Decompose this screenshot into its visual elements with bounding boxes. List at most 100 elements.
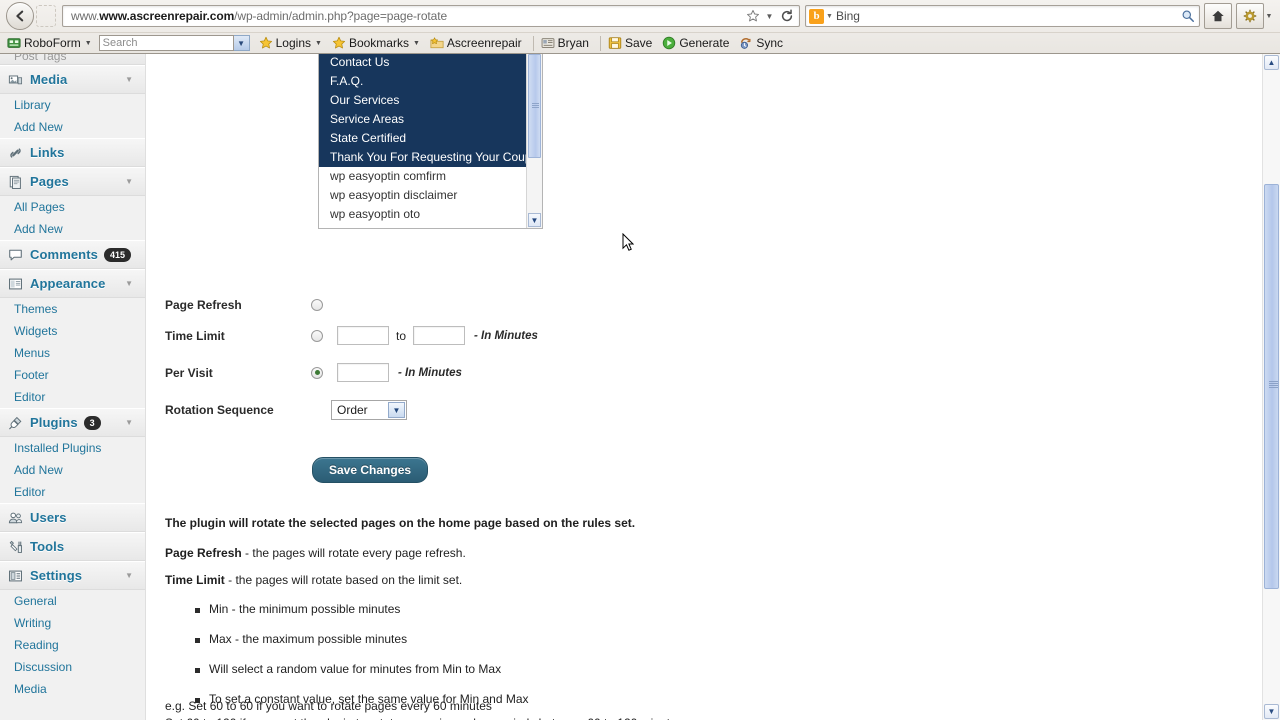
per-visit-radio[interactable] [311,366,323,379]
sidebar-item-library[interactable]: Library [0,94,145,116]
listbox-option[interactable]: wp easyoptin disclaimer [319,186,542,205]
star-gold-icon [332,36,346,49]
chevron-down-icon[interactable]: ▼ [125,418,133,427]
chevron-down-icon[interactable]: ▼ [413,40,420,47]
bookmark-item-ascreenrepair[interactable]: Ascreenrepair [427,35,525,51]
search-bar[interactable]: b ▼ Bing [805,5,1200,27]
sidebar-item-all-pages[interactable]: All Pages [0,196,145,218]
generate-green-icon [663,36,676,50]
sidebar-item-settings[interactable]: Settings ▼ [0,561,145,590]
chevron-down-icon[interactable]: ▼ [125,177,133,186]
sidebar-item-users[interactable]: Users [0,503,145,532]
plugins-count-badge: 3 [83,415,101,430]
sidebar-item-label: Reading [14,638,59,652]
sidebar-item-widgets[interactable]: Widgets [0,320,145,342]
wordpress-admin-sidebar: Post Tags Media ▼ Library Add New Links [0,54,146,720]
tools-button[interactable] [1236,3,1264,29]
sidebar-item-plugins[interactable]: Plugins 3 ▼ [0,408,145,437]
bookmark-item-bryan[interactable]: Bryan [538,35,592,51]
save-changes-button[interactable]: Save Changes [312,457,429,483]
sidebar-item-pages[interactable]: Pages ▼ [0,167,145,196]
forward-button[interactable] [36,5,56,27]
listbox-scrollbar[interactable]: ▼ [526,54,542,228]
sidebar-item-label: Tools [30,539,65,554]
bookmark-item-bookmarks[interactable]: Bookmarks ▼ [329,35,423,51]
sidebar-item-links[interactable]: Links [0,138,145,167]
roboform-button[interactable]: RoboForm ▼ [4,35,95,51]
sidebar-item-settings-general[interactable]: General [0,590,145,612]
sidebar-item-settings-reading[interactable]: Reading [0,634,145,656]
sidebar-item-settings-media[interactable]: Media [0,678,145,700]
listbox-option[interactable]: State Certified [319,129,542,148]
sidebar-item-settings-writing[interactable]: Writing [0,612,145,634]
sidebar-item-label: Library [14,98,51,112]
listbox-option[interactable]: Thank You For Requesting Your Coupon [319,148,542,167]
sidebar-item-footer[interactable]: Footer [0,364,145,386]
bookmark-item-generate[interactable]: Generate [659,35,732,51]
listbox-option[interactable]: F.A.Q. [319,72,542,91]
reload-icon[interactable] [778,7,795,25]
sidebar-item-media[interactable]: Media ▼ [0,65,145,94]
help-example-line-2: Set 60 to 120 if you want the plugin to … [165,715,1225,720]
chevron-down-icon[interactable]: ▼ [125,571,133,580]
sidebar-item-menus[interactable]: Menus [0,342,145,364]
bookmark-item-sync[interactable]: Sync [736,35,786,51]
scroll-up-button[interactable]: ▲ [1264,55,1279,70]
listbox-option[interactable]: wp easyoptin oto [319,205,542,224]
page-refresh-radio[interactable] [311,299,323,311]
page-scrollbar[interactable]: ▲ ▼ [1262,54,1280,720]
page-scrollbar-thumb[interactable] [1264,184,1279,589]
per-visit-input[interactable] [337,363,389,382]
time-limit-max-input[interactable] [413,326,466,345]
chevron-down-icon[interactable]: ▼ [125,279,133,288]
chevron-down-icon[interactable]: ▼ [125,75,133,84]
listbox-option[interactable]: Contact Us [319,54,542,72]
bookmark-label: Generate [679,36,730,50]
bookmark-star-icon[interactable] [744,7,761,25]
listbox-scroll-down-button[interactable]: ▼ [528,213,541,227]
url-domain: www.ascreenrepair.com [99,9,235,23]
listbox-option[interactable]: Our Services [319,91,542,110]
sidebar-item-plugins-add-new[interactable]: Add New [0,459,145,481]
time-limit-between-label: to [396,328,407,343]
bookmark-item-save[interactable]: Save [605,35,655,51]
sidebar-item-appearance-editor[interactable]: Editor [0,386,145,408]
listbox-option[interactable]: Service Areas [319,110,542,129]
bookmark-item-logins[interactable]: Logins ▼ [256,35,325,51]
url-bar[interactable]: www.www.ascreenrepair.com/wp-admin/admin… [62,5,800,27]
listbox-option[interactable]: wp easyoptin comfirm [319,167,542,186]
sidebar-item-plugins-editor[interactable]: Editor [0,481,145,503]
chevron-down-icon[interactable]: ▼ [85,40,92,47]
chevron-down-icon[interactable]: ▼ [315,40,322,47]
sidebar-item-post-tags-clipped[interactable]: Post Tags [0,54,145,65]
sidebar-item-themes[interactable]: Themes [0,298,145,320]
sidebar-item-pages-add-new[interactable]: Add New [0,218,145,240]
sidebar-item-installed-plugins[interactable]: Installed Plugins [0,437,145,459]
rotation-sequence-select[interactable]: Order ▼ [331,400,407,420]
magnifier-icon[interactable] [1179,7,1196,25]
listbox-scrollbar-thumb[interactable] [528,54,541,158]
roboform-search-dropdown-icon[interactable]: ▼ [233,35,250,51]
search-engine-caret-icon[interactable]: ▼ [826,13,833,20]
time-limit-radio[interactable] [311,329,323,342]
toolbar-divider [532,35,534,51]
page-viewport: Post Tags Media ▼ Library Add New Links [0,54,1280,720]
home-button[interactable] [1204,3,1232,29]
help-time-limit-text: Time Limit - the pages will rotate based… [165,572,1215,588]
scroll-down-button[interactable]: ▼ [1264,704,1279,719]
sidebar-item-appearance[interactable]: Appearance ▼ [0,269,145,298]
time-limit-min-input[interactable] [337,326,389,345]
urlbar-dropdown-icon[interactable]: ▼ [761,7,778,25]
list-item-label: Min - the minimum possible minutes [209,602,401,616]
sidebar-item-tools[interactable]: Tools [0,532,145,561]
chevron-down-icon[interactable]: ▼ [388,402,405,418]
toolbar-overflow-caret-icon[interactable]: ▼ [1264,4,1274,28]
back-button[interactable] [6,2,34,30]
sidebar-item-comments[interactable]: Comments 415 [0,240,145,269]
sidebar-item-label: Settings [30,568,83,583]
bookmark-label: Sync [756,36,784,50]
sidebar-item-media-add-new[interactable]: Add New [0,116,145,138]
pages-multiselect-listbox[interactable]: Contact Us F.A.Q. Our Services Service A… [318,54,543,229]
sidebar-item-settings-discussion[interactable]: Discussion [0,656,145,678]
roboform-search-input[interactable]: Search [98,35,234,51]
